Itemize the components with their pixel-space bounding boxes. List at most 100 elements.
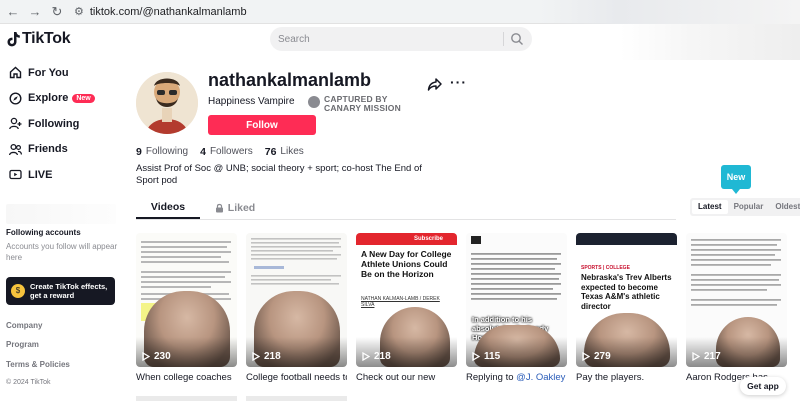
new-tooltip: New (721, 165, 751, 194)
video-thumbnail[interactable]: 217 (686, 233, 787, 367)
article-headline: A New Day for College Athlete Unions Cou… (361, 249, 452, 279)
play-count: 218 (252, 351, 281, 362)
footer-link-company[interactable]: Company (6, 321, 125, 341)
more-options-icon[interactable]: ··· (450, 74, 467, 90)
sidebar-item-following[interactable]: Following (0, 111, 125, 137)
video-caption[interactable]: Replying to @J. Oakley (466, 372, 567, 383)
sidebar-item-explore[interactable]: Explore New (0, 86, 125, 112)
followers-label[interactable]: Followers (210, 146, 253, 158)
video-caption[interactable]: College football needs to (246, 372, 347, 383)
logo-text: TikTok (22, 30, 71, 47)
play-count: 218 (362, 351, 391, 362)
video-card[interactable]: Subscribe A New Day for College Athlete … (356, 233, 457, 383)
news-headline: Nebraska's Trev Alberts expected to beco… (581, 273, 672, 311)
get-app-button[interactable]: Get app (740, 377, 786, 395)
footer-links: Company Program Terms & Policies © 2024 … (0, 321, 125, 387)
back-icon[interactable]: ← (4, 3, 22, 21)
video-card[interactable]: SPORTS | COLLEGE Nebraska's Trev Alberts… (576, 233, 677, 383)
video-thumbnail[interactable]: SPORTS | COLLEGE Nebraska's Trev Alberts… (576, 233, 677, 367)
play-count-value: 115 (484, 351, 501, 362)
following-accounts-hint: Accounts you follow will appear here (6, 241, 118, 262)
video-thumbnail-partial[interactable] (136, 396, 237, 401)
blurred-header-area (620, 24, 800, 60)
tab-liked[interactable]: Liked (200, 196, 270, 219)
following-accounts-title: Following accounts (6, 227, 81, 237)
news-header-bar (576, 233, 677, 245)
sidebar: For You Explore New Following Friends LI… (0, 60, 125, 401)
sidebar-item-live[interactable]: LIVE (0, 162, 125, 188)
browser-toolbar: ← → ↻ ⚙ tiktok.com/@nathankalmanlamb (0, 0, 800, 24)
profile-stats: 9 Following 4 Followers 76 Likes (136, 146, 316, 158)
play-icon (252, 352, 260, 361)
video-caption[interactable]: Pay the players. (576, 372, 677, 383)
create-effects-banner[interactable]: $ Create TikTok effects, get a reward (6, 276, 115, 305)
sort-toggle: Latest Popular Oldest (690, 198, 800, 216)
play-icon (582, 352, 590, 361)
avatar (136, 72, 198, 134)
following-count: 9 (136, 146, 142, 158)
video-thumbnail[interactable]: 218 (246, 233, 347, 367)
tab-videos[interactable]: Videos (136, 196, 200, 219)
sidebar-item-label: For You (28, 66, 69, 79)
play-count: 115 (472, 351, 500, 362)
sort-latest[interactable]: Latest (692, 200, 728, 214)
video-thumbnail-partial[interactable] (246, 396, 347, 401)
play-count-value: 218 (264, 351, 281, 362)
subscribe-label: Subscribe (413, 236, 443, 242)
share-icon[interactable] (427, 76, 443, 92)
sort-popular[interactable]: Popular (728, 200, 770, 214)
captured-line-2: CANARY MISSION (324, 103, 401, 113)
person-add-icon (8, 117, 22, 131)
copyright: © 2024 TikTok (6, 379, 51, 386)
video-thumbnail[interactable]: 230 (136, 233, 237, 367)
search-input[interactable]: Search (270, 27, 532, 51)
profile-bio: Assist Prof of Soc @ UNB; social theory … (136, 163, 422, 186)
follow-button[interactable]: Follow (208, 115, 316, 135)
sidebar-item-label: LIVE (28, 168, 53, 181)
coin-icon: $ (11, 283, 25, 298)
site-settings-icon[interactable]: ⚙ (74, 5, 84, 18)
home-icon (8, 66, 22, 80)
profile-nickname: Happiness Vampire (208, 96, 295, 107)
url-text: tiktok.com/@nathankalmanlamb (89, 5, 247, 18)
video-card[interactable]: 218 College football needs to (246, 233, 347, 383)
live-icon (8, 168, 22, 182)
new-badge: New (72, 93, 95, 103)
video-grid: 230 When college coaches 218 College foo… (136, 233, 787, 383)
sidebar-item-for-you[interactable]: For You (0, 60, 125, 86)
video-caption[interactable]: Check out our new (356, 372, 457, 383)
tab-liked-label: Liked (227, 201, 256, 214)
video-thumbnail[interactable]: In addition to his absolutely vile Sandy… (466, 233, 567, 367)
video-card[interactable]: 217 Aaron Rodgers has (686, 233, 787, 383)
caption-mention[interactable]: @J. Oakley (516, 372, 565, 383)
followers-count: 4 (200, 146, 206, 158)
video-card[interactable]: 230 When college coaches (136, 233, 237, 383)
likes-label: Likes (280, 146, 304, 157)
blurred-sidebar-area (6, 203, 116, 224)
sort-oldest[interactable]: Oldest (769, 200, 800, 214)
search-icon[interactable] (510, 32, 524, 46)
effects-text: Create TikTok effects, get a reward (30, 281, 108, 300)
forward-icon[interactable]: → (26, 3, 44, 21)
friends-icon (8, 142, 22, 156)
next-row-thumbnails (136, 396, 347, 401)
play-icon (142, 352, 150, 361)
video-caption[interactable]: When college coaches (136, 372, 237, 383)
play-icon (472, 352, 480, 361)
video-card[interactable]: In addition to his absolutely vile Sandy… (466, 233, 567, 383)
video-thumbnail[interactable]: Subscribe A New Day for College Athlete … (356, 233, 457, 367)
address-bar[interactable]: ⚙ tiktok.com/@nathankalmanlamb (74, 3, 594, 21)
play-count: 230 (142, 351, 171, 362)
sidebar-item-friends[interactable]: Friends (0, 137, 125, 163)
sidebar-item-label: Explore (28, 92, 69, 105)
search-placeholder: Search (278, 33, 310, 45)
tiktok-logo[interactable]: TikTok (6, 30, 71, 48)
play-icon (362, 352, 370, 361)
following-label[interactable]: Following (146, 146, 188, 158)
footer-link-terms[interactable]: Terms & Policies (6, 360, 125, 380)
canary-seal-icon (308, 96, 320, 108)
sidebar-item-label: Friends (28, 143, 68, 156)
reload-icon[interactable]: ↻ (48, 3, 66, 21)
search-divider (503, 32, 504, 46)
footer-link-program[interactable]: Program (6, 340, 125, 360)
